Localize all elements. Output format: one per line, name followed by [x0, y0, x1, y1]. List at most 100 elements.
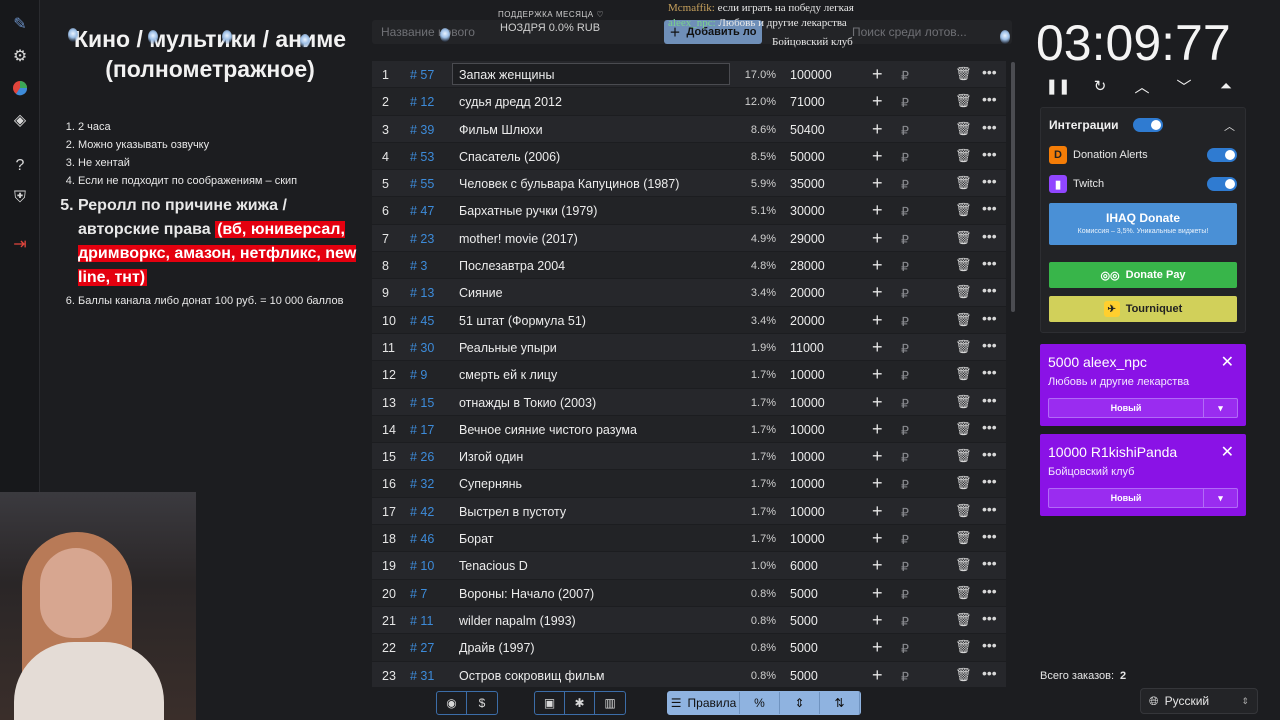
lot-amount-input[interactable]: 10000 [790, 477, 825, 491]
add-amount-icon[interactable]: + [872, 528, 883, 549]
currency-input[interactable]: ₽ [901, 532, 909, 547]
pie-chart-icon[interactable] [10, 78, 30, 98]
lot-amount-input[interactable]: 10000 [790, 423, 825, 437]
trash-icon[interactable]: 🗑︎ [955, 312, 972, 328]
lot-amount-input[interactable]: 28000 [790, 259, 825, 273]
more-icon[interactable]: ••• [982, 665, 997, 681]
currency-input[interactable]: ₽ [901, 423, 909, 438]
lot-title-input[interactable]: Борат [459, 532, 494, 546]
lot-amount-input[interactable]: 20000 [790, 286, 825, 300]
help-icon[interactable]: ? [10, 156, 30, 176]
lot-title-input[interactable]: Остров сокровищ фильм [459, 669, 604, 683]
collapse-icon[interactable]: ︿ [1224, 118, 1235, 134]
lot-title-input[interactable]: Спасатель (2006) [459, 150, 560, 164]
gear-icon[interactable]: ⚙ [10, 46, 30, 66]
currency-input[interactable]: ₽ [901, 259, 909, 274]
add-amount-icon[interactable]: + [872, 392, 883, 413]
trash-icon[interactable]: 🗑︎ [955, 284, 972, 300]
lot-amount-input[interactable]: 5000 [790, 669, 818, 683]
lot-amount-input[interactable]: 50400 [790, 123, 825, 137]
pause-icon[interactable]: ❚❚ [1045, 76, 1070, 96]
more-icon[interactable]: ••• [982, 91, 997, 107]
more-icon[interactable]: ••• [982, 146, 997, 162]
more-icon[interactable]: ••• [982, 255, 997, 271]
clear-icon[interactable]: ▥ [595, 692, 625, 714]
lot-amount-input[interactable]: 10000 [790, 505, 825, 519]
trash-icon[interactable]: 🗑︎ [955, 66, 972, 82]
add-amount-icon[interactable]: + [872, 473, 883, 494]
more-icon[interactable]: ••• [982, 200, 997, 216]
lot-title-input[interactable]: Вороны: Начало (2007) [459, 587, 594, 601]
lot-amount-input[interactable]: 10000 [790, 450, 825, 464]
lot-amount-input[interactable]: 6000 [790, 559, 818, 573]
more-icon[interactable]: ••• [982, 228, 997, 244]
add-amount-icon[interactable]: + [872, 364, 883, 385]
add-amount-icon[interactable]: + [872, 91, 883, 112]
currency-input[interactable]: ₽ [901, 177, 909, 192]
close-icon[interactable]: ✕ [1221, 352, 1234, 372]
chevron-up-icon[interactable]: ︿ [1132, 76, 1152, 96]
currency-input[interactable]: ₽ [901, 641, 909, 656]
trash-icon[interactable]: 🗑︎ [955, 93, 972, 109]
lot-title-input[interactable]: Фильм Шлюхи [459, 123, 543, 137]
more-icon[interactable]: ••• [982, 610, 997, 626]
more-icon[interactable]: ••• [982, 337, 997, 353]
more-icon[interactable]: ••• [982, 473, 997, 489]
lot-title-input[interactable]: Человек с бульвара Капуцинов (1987) [459, 177, 679, 191]
more-icon[interactable]: ••• [982, 64, 997, 80]
lot-title-input[interactable]: 51 штат (Формула 51) [459, 314, 586, 328]
trash-icon[interactable]: 🗑︎ [955, 121, 972, 137]
lot-amount-input[interactable]: 100000 [790, 68, 832, 82]
add-amount-icon[interactable]: + [872, 637, 883, 658]
more-icon[interactable]: ••• [982, 419, 997, 435]
add-amount-icon[interactable]: + [872, 446, 883, 467]
lot-title-input[interactable]: Драйв (1997) [459, 641, 535, 655]
add-amount-icon[interactable]: + [872, 64, 883, 85]
bug-icon[interactable]: ✱ [565, 692, 595, 714]
more-icon[interactable]: ••• [982, 528, 997, 544]
integrations-toggle[interactable] [1133, 118, 1163, 132]
reset-icon[interactable]: ↻ [1090, 76, 1110, 96]
order-status-select[interactable]: Новый ▾ [1048, 488, 1238, 508]
currency-input[interactable]: ₽ [901, 123, 909, 138]
lot-amount-input[interactable]: 35000 [790, 177, 825, 191]
currency-input[interactable]: ₽ [901, 341, 909, 356]
currency-input[interactable]: ₽ [901, 559, 909, 574]
trash-icon[interactable]: 🗑︎ [955, 366, 972, 382]
add-amount-icon[interactable]: + [872, 255, 883, 276]
add-amount-icon[interactable]: + [872, 501, 883, 522]
twitch-toggle[interactable] [1207, 177, 1237, 191]
order-status-select[interactable]: Новый ▾ [1048, 398, 1238, 418]
shield-icon[interactable]: ⛨ [10, 188, 30, 208]
add-amount-icon[interactable]: + [872, 555, 883, 576]
trash-icon[interactable]: 🗑︎ [955, 667, 972, 683]
donatepay-button[interactable]: ◎◎ Donate Pay [1049, 262, 1237, 288]
lot-title-input[interactable]: Tenacious D [459, 559, 528, 573]
ihaq-donate-button[interactable]: IHAQ Donate Комиссия – 3,5%. Уникальные … [1049, 203, 1237, 245]
add-amount-icon[interactable]: + [872, 337, 883, 358]
currency-input[interactable]: ₽ [901, 150, 909, 165]
trash-icon[interactable]: 🗑︎ [955, 475, 972, 491]
more-icon[interactable]: ••• [982, 501, 997, 517]
currency-input[interactable]: ₽ [901, 587, 909, 602]
add-amount-icon[interactable]: + [872, 173, 883, 194]
trash-icon[interactable]: 🗑︎ [955, 612, 972, 628]
lot-amount-input[interactable]: 10000 [790, 368, 825, 382]
trash-icon[interactable]: 🗑︎ [955, 557, 972, 573]
more-icon[interactable]: ••• [982, 392, 997, 408]
currency-input[interactable]: ₽ [901, 505, 909, 520]
currency-input[interactable]: ₽ [901, 314, 909, 329]
layers-icon[interactable]: ◈ [10, 110, 30, 130]
trash-icon[interactable]: 🗑︎ [955, 503, 972, 519]
more-icon[interactable]: ••• [982, 310, 997, 326]
language-select[interactable]: 🌐︎ Русский ⇕ [1140, 688, 1258, 714]
trash-icon[interactable]: 🗑︎ [955, 421, 972, 437]
lot-amount-input[interactable]: 10000 [790, 396, 825, 410]
lot-amount-input[interactable]: 5000 [790, 587, 818, 601]
lot-amount-input[interactable]: 29000 [790, 232, 825, 246]
trash-icon[interactable]: 🗑︎ [955, 230, 972, 246]
currency-input[interactable]: ₽ [901, 232, 909, 247]
chevron-down-icon[interactable]: ﹀ [1174, 76, 1194, 96]
sort-icon[interactable]: ⇅ [820, 692, 860, 714]
currency-input[interactable]: ₽ [901, 477, 909, 492]
